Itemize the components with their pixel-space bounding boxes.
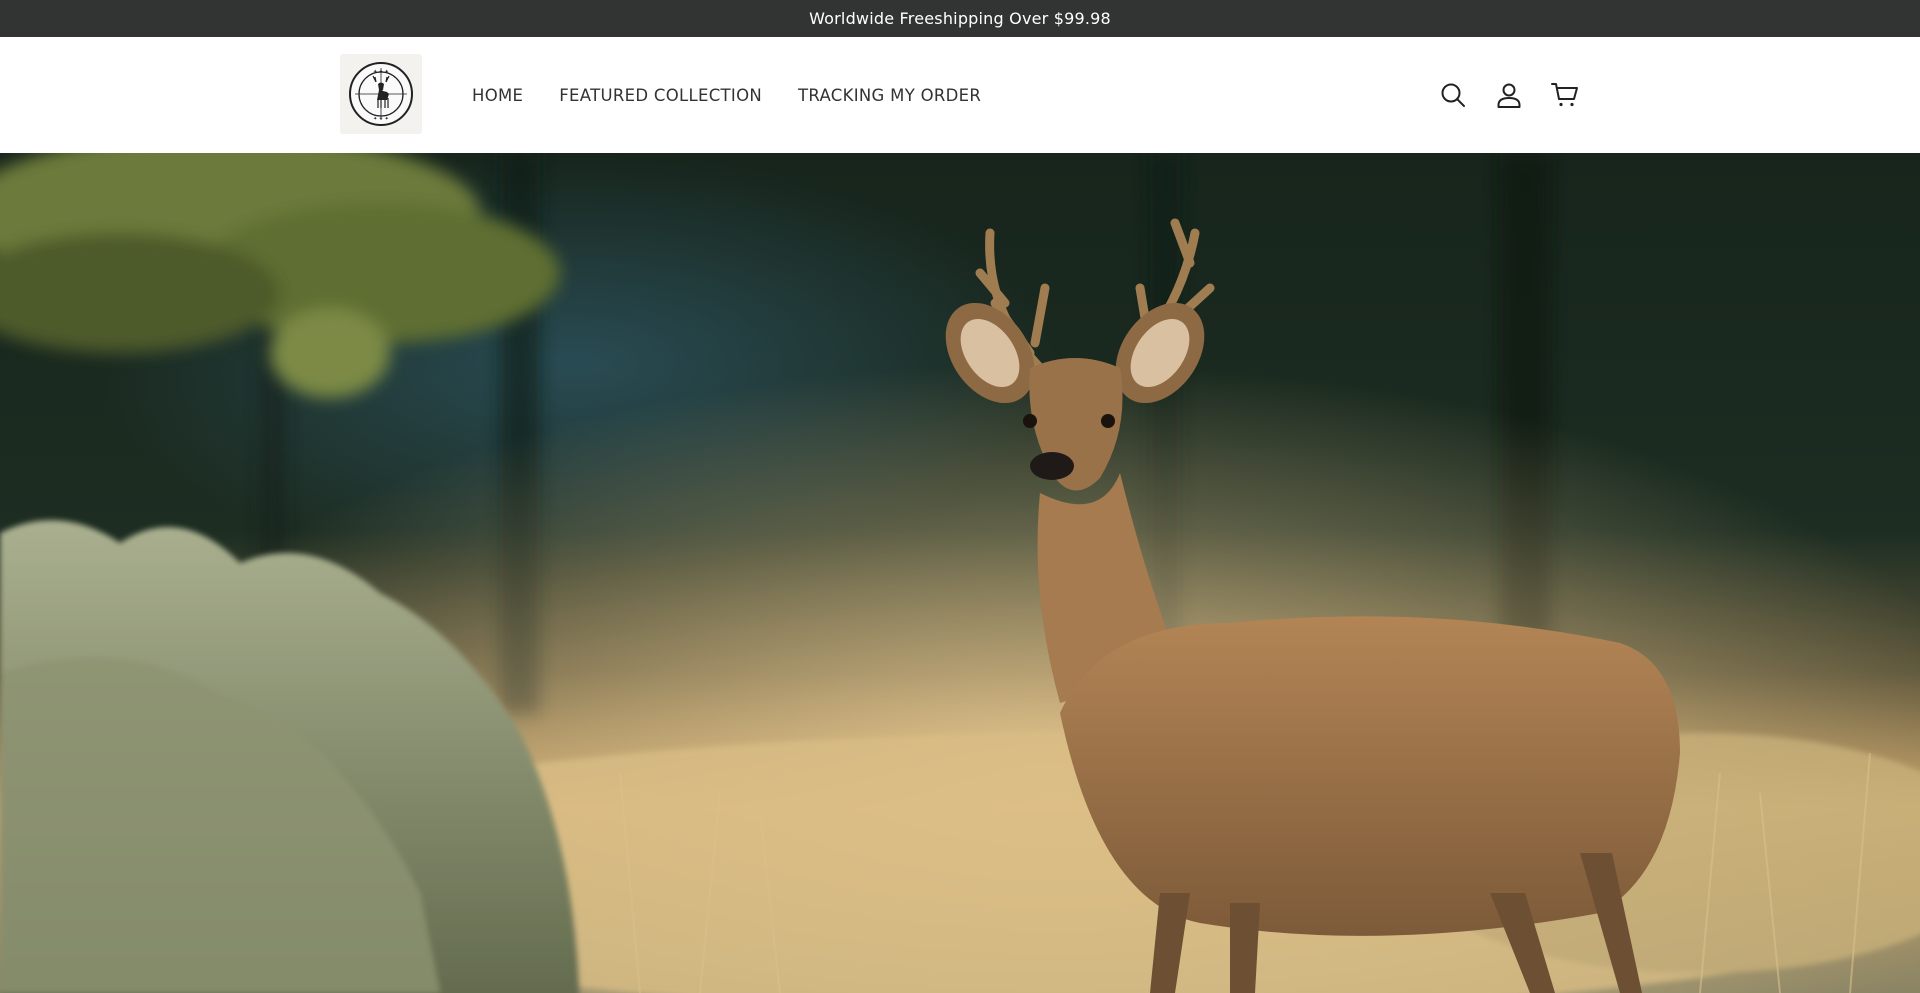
account-icon [1497,83,1521,108]
nav-tracking-my-order[interactable]: TRACKING MY ORDER [798,86,981,105]
nav-featured-collection[interactable]: FEATURED COLLECTION [559,86,762,105]
site-header: ✦ ✦ ✦ ✦ ✦ ✦ HOME FEATURED COLLECTION TRA… [0,37,1920,153]
deer-in-meadow-photo [0,153,1920,993]
cart-icon [1551,83,1578,107]
deer-emblem-icon: ✦ ✦ ✦ ✦ ✦ ✦ [349,62,413,126]
svg-text:✦ ✦ ✦: ✦ ✦ ✦ [373,69,389,75]
cart-button[interactable] [1548,78,1582,112]
account-button[interactable] [1492,78,1526,112]
search-button[interactable] [1436,78,1470,112]
svg-text:✦ ✦ ✦: ✦ ✦ ✦ [373,116,389,122]
announcement-bar: Worldwide Freeshipping Over $99.98 [0,0,1920,37]
nav-home[interactable]: HOME [472,86,523,105]
announcement-text: Worldwide Freeshipping Over $99.98 [809,9,1111,28]
main-nav: HOME FEATURED COLLECTION TRACKING MY ORD… [472,37,1017,153]
search-icon [1441,83,1465,107]
hero-banner [0,153,1920,993]
header-icons [1436,37,1604,153]
logo[interactable]: ✦ ✦ ✦ ✦ ✦ ✦ [340,54,422,134]
